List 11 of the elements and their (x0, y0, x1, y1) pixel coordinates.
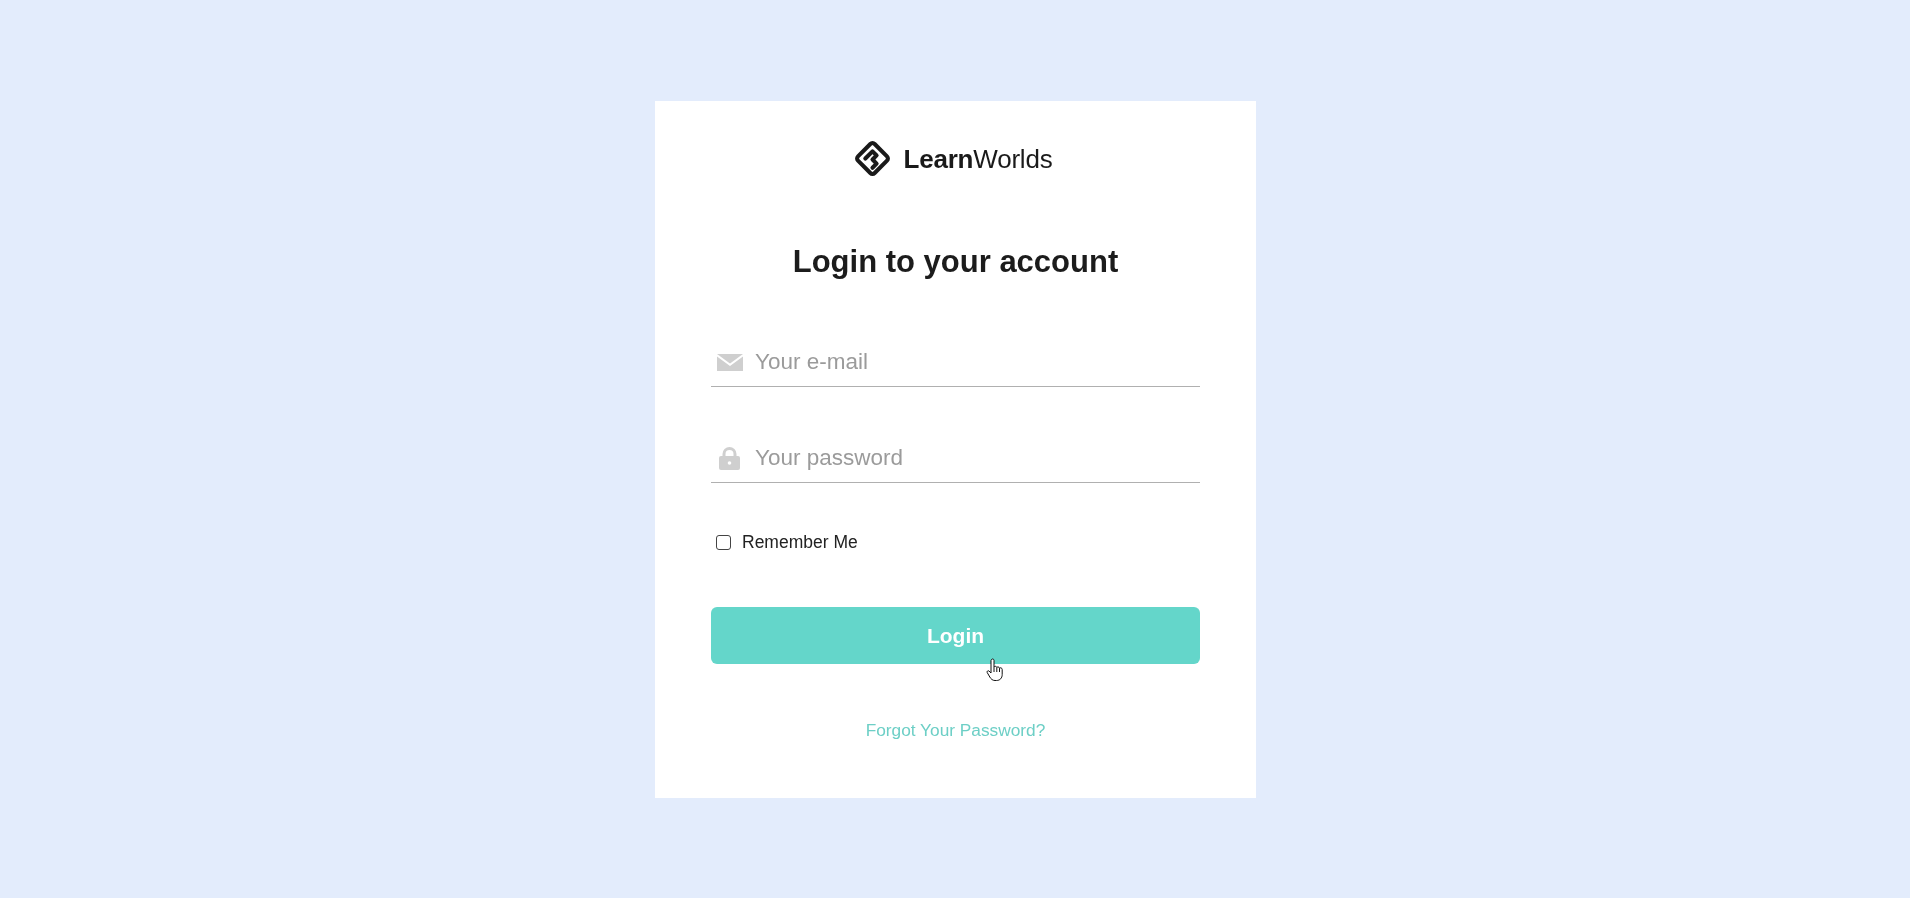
remember-checkbox[interactable] (716, 534, 731, 550)
login-title: Login to your account (791, 244, 1120, 280)
hand-cursor-icon (986, 658, 1004, 682)
remember-label[interactable]: Remember Me (742, 531, 858, 553)
password-field[interactable]: Your password (711, 436, 1200, 483)
logo-wordmark: LearnWorlds (903, 143, 1053, 174)
email-field[interactable]: Your e-mail (711, 340, 1200, 387)
lock-icon (719, 447, 740, 470)
envelope-icon (717, 354, 743, 371)
forgot-password-link[interactable]: Forgot Your Password? (865, 719, 1046, 741)
login-button[interactable]: Login (711, 607, 1200, 664)
